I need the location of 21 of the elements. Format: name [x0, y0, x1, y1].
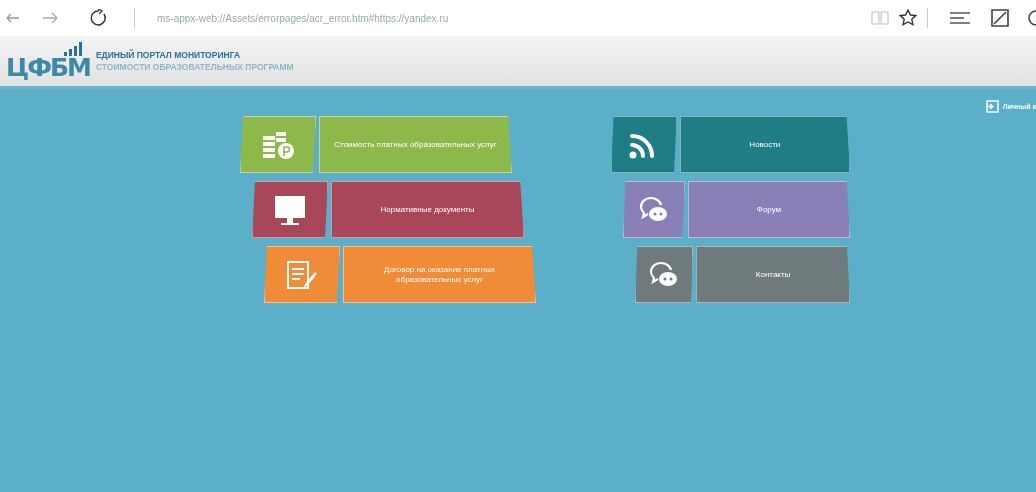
signal-bars-icon	[63, 42, 84, 56]
portal-subtitle: СТОИМОСТИ ОБРАЗОВАТЕЛЬНЫХ ПРОГРАММ	[95, 62, 294, 72]
tile-button[interactable]: Форум	[687, 181, 850, 238]
login-icon	[985, 99, 999, 113]
address-bar-url[interactable]: ms-appx-web://Assets/errorpages/acr_error.htm#https://yandex.ru	[157, 12, 449, 24]
portal-title: ЕДИНЫЙ ПОРТАЛ МОНИТОРИНГА	[95, 50, 242, 60]
logo-text: ЦФБМ	[6, 56, 90, 80]
back-icon[interactable]	[6, 13, 20, 23]
star-icon[interactable]	[899, 9, 917, 27]
tile-button[interactable]: Новости	[679, 116, 850, 173]
refresh-icon[interactable]	[90, 9, 108, 27]
document-pen-icon	[285, 259, 319, 290]
tile-button[interactable]: Контакты	[696, 246, 850, 303]
coins-icon	[261, 129, 295, 160]
monitor-icon	[273, 193, 307, 226]
tile-button[interactable]: Договор на оказание платных образовательных услуг	[343, 246, 536, 303]
menu-icon[interactable]	[950, 11, 970, 25]
chat-bubbles-icon	[649, 260, 680, 289]
chat-bubbles-icon	[638, 195, 669, 224]
tile-button[interactable]: Нормативные документы	[331, 181, 524, 238]
tile-button[interactable]: Стоимость платных образовательных услуг	[319, 116, 512, 173]
